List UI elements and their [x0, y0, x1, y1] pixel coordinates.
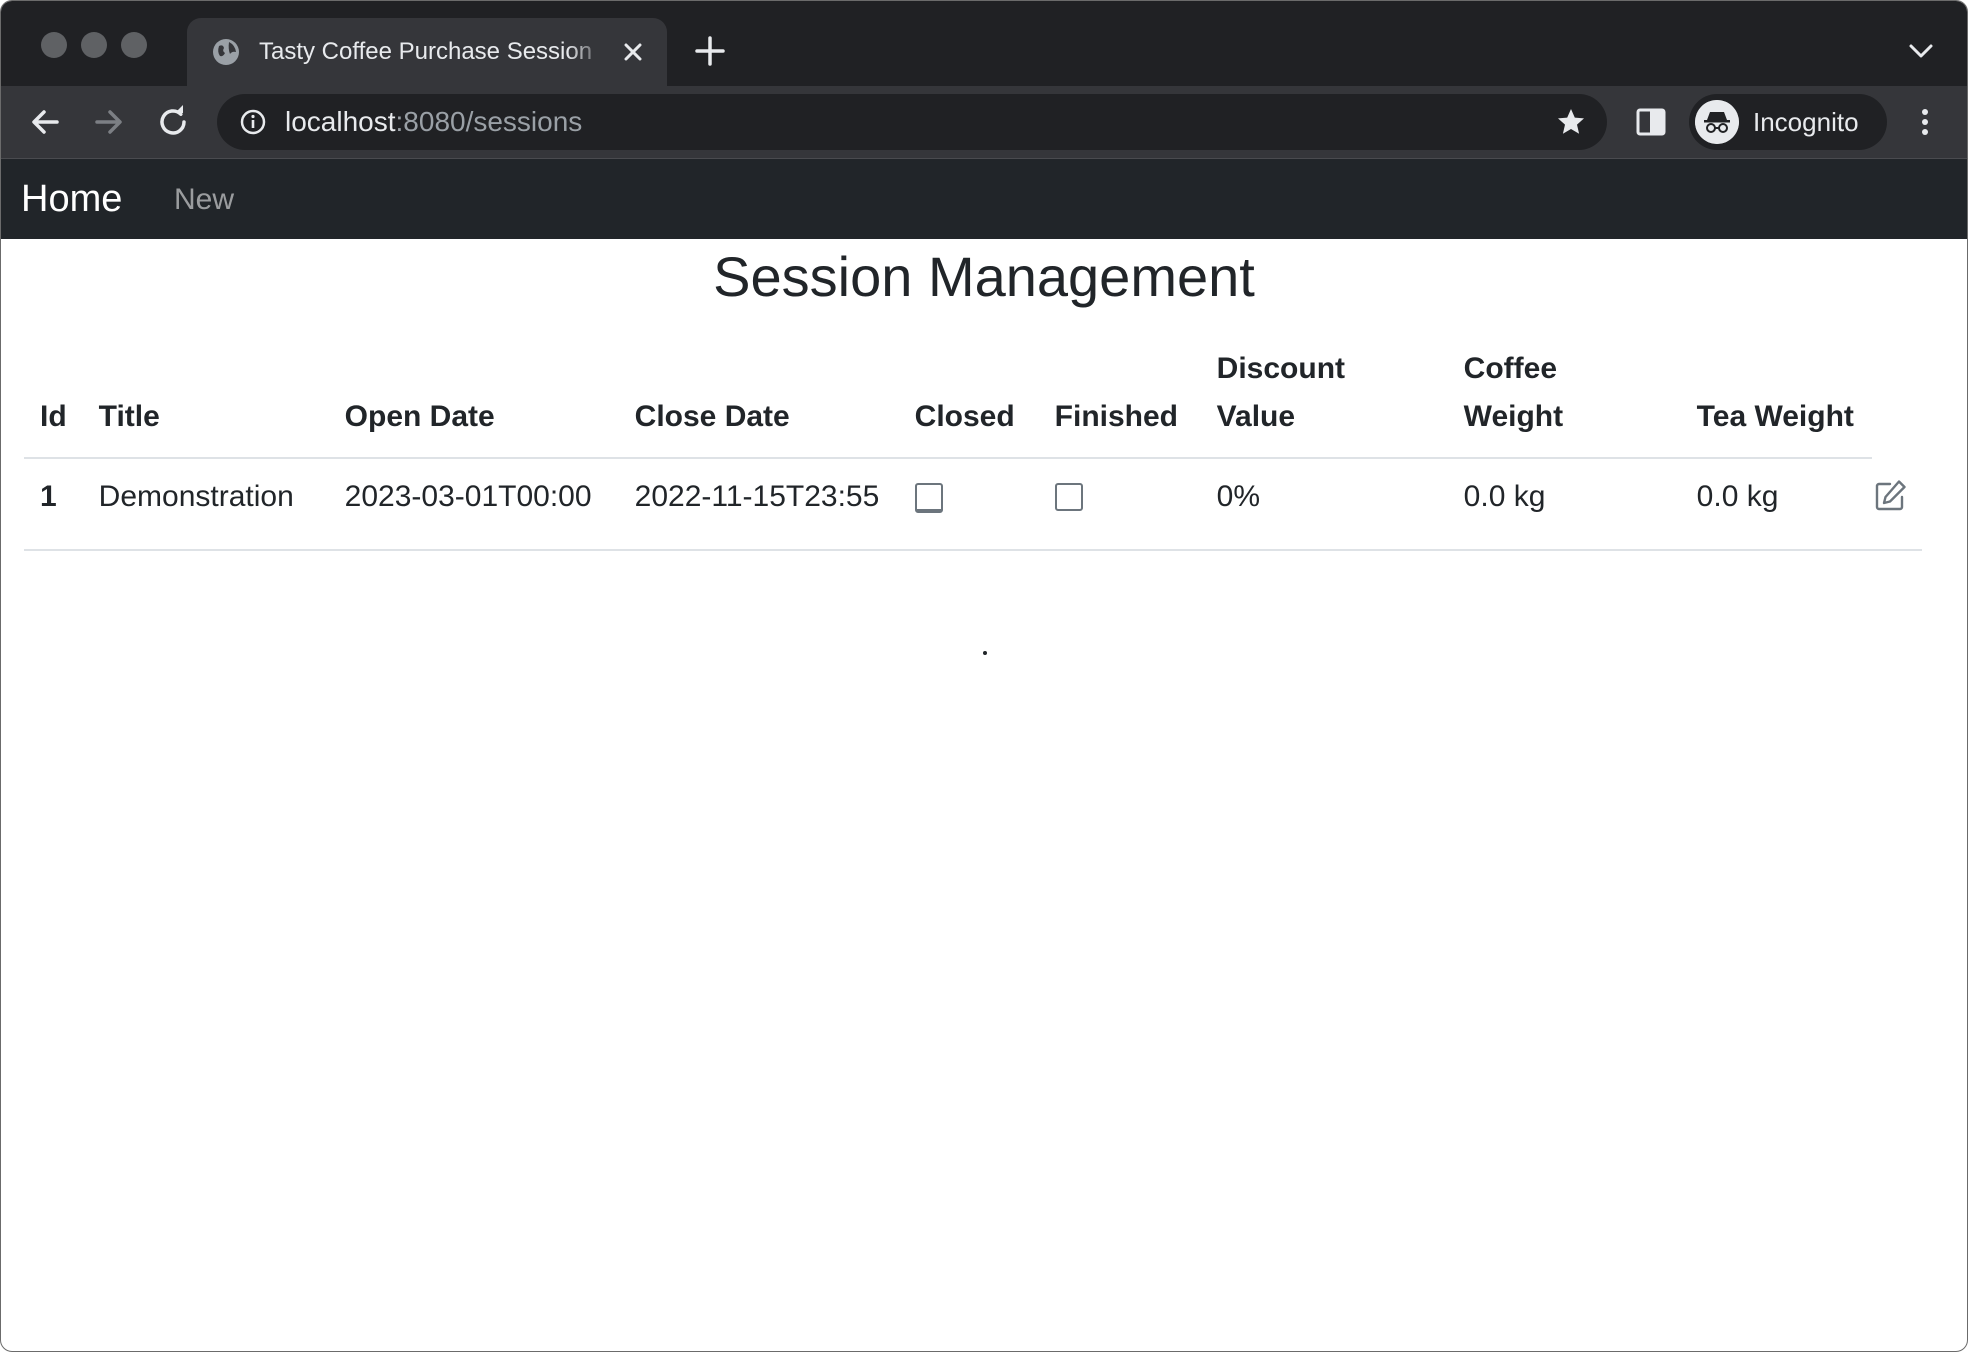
column-header-open-date: Open Date	[328, 339, 619, 459]
cell-title: Demonstration	[82, 458, 329, 551]
incognito-icon	[1695, 100, 1739, 144]
column-header-id: Id	[24, 339, 83, 459]
url-text[interactable]: localhost:8080/sessions	[285, 106, 582, 138]
incognito-label: Incognito	[1753, 107, 1859, 137]
cell-open-date: 2023-03-01T00:00	[328, 458, 619, 551]
nav-home-link[interactable]: Home	[21, 177, 122, 221]
kebab-menu-icon[interactable]	[1907, 104, 1943, 140]
reload-icon[interactable]	[155, 104, 191, 140]
cell-id: 1	[24, 458, 83, 551]
page-title: Session Management	[713, 245, 1255, 308]
close-icon[interactable]	[619, 38, 647, 66]
app-navbar: Home New	[1, 159, 1967, 239]
cell-coffee-weight: 0.0 kg	[1447, 458, 1681, 551]
window-maximize-dot[interactable]	[121, 32, 147, 58]
browser-toolbar: localhost:8080/sessions Incognito	[1, 86, 1967, 159]
incognito-profile-button[interactable]: Incognito	[1689, 94, 1887, 150]
column-header-coffee-weight: Coffee Weight	[1447, 339, 1681, 459]
column-header-closed: Closed	[898, 339, 1039, 459]
address-bar[interactable]: localhost:8080/sessions	[217, 94, 1607, 150]
back-arrow-icon[interactable]	[27, 104, 63, 140]
cell-discount-value: 0%	[1200, 458, 1448, 551]
column-header-actions	[1872, 339, 1922, 458]
column-header-title: Title	[82, 339, 329, 459]
tab-title: Tasty Coffee Purchase Session	[259, 38, 593, 65]
browser-window: Tasty Coffee Purchase Session localhost:…	[0, 0, 1968, 1352]
edit-icon[interactable]	[1872, 478, 1908, 514]
forward-arrow-icon[interactable]	[91, 104, 127, 140]
cell-tea-weight: 0.0 kg	[1680, 458, 1872, 551]
table-header-row: Id Title Open Date Close Date Closed Fin…	[24, 339, 1922, 459]
cell-closed	[898, 458, 1039, 551]
table-row: 1 Demonstration 2023-03-01T00:00 2022-11…	[24, 458, 1922, 551]
column-header-tea-weight: Tea Weight	[1680, 339, 1872, 459]
nav-new-link[interactable]: New	[174, 181, 234, 219]
cell-close-date: 2022-11-15T23:55	[618, 458, 899, 551]
footer-dot	[983, 651, 987, 655]
column-header-finished: Finished	[1038, 339, 1201, 459]
column-header-discount-value: Discount Value	[1200, 339, 1448, 459]
chevron-down-icon[interactable]	[1905, 38, 1937, 64]
info-icon[interactable]	[239, 108, 267, 136]
column-header-close-date: Close Date	[618, 339, 899, 459]
tab-strip: Tasty Coffee Purchase Session	[1, 1, 1967, 86]
sessions-table: Id Title Open Date Close Date Closed Fin…	[24, 339, 1922, 551]
closed-checkbox[interactable]	[914, 483, 943, 513]
new-tab-plus-icon[interactable]	[693, 34, 727, 68]
browser-tab[interactable]: Tasty Coffee Purchase Session	[187, 18, 667, 86]
window-minimize-dot[interactable]	[81, 32, 107, 58]
side-panel-icon[interactable]	[1633, 104, 1669, 140]
cell-actions	[1871, 458, 1922, 551]
window-close-dot[interactable]	[41, 32, 67, 58]
finished-checkbox[interactable]	[1054, 483, 1083, 511]
star-icon[interactable]	[1555, 106, 1587, 138]
cell-finished	[1038, 458, 1201, 551]
globe-icon	[213, 39, 239, 65]
